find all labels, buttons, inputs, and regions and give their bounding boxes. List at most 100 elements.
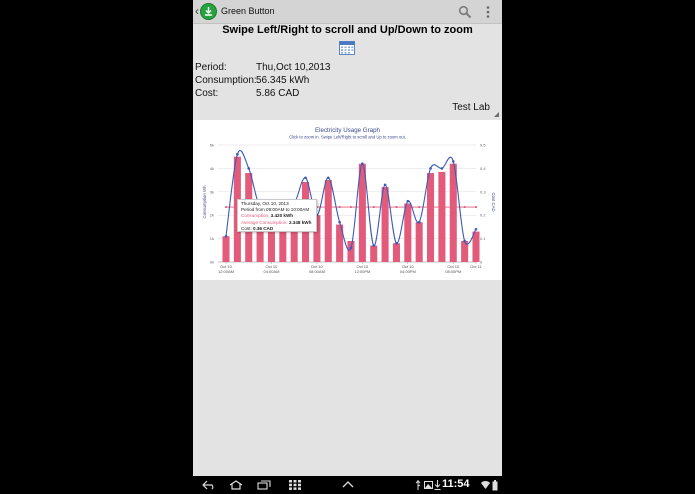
consumption-bar [415,222,423,262]
consumption-value: 56.345 kWh [256,75,310,86]
action-bar: ‹ Green Button [193,0,502,24]
average-point [452,205,455,209]
search-icon[interactable] [458,5,472,19]
average-point [406,205,409,209]
cost-point [349,246,353,250]
cost-point [326,176,330,180]
cost-point [383,183,387,187]
period-value: Thu,Oct 10,2013 [256,62,331,73]
overflow-menu-icon[interactable] [485,5,491,19]
usage-chart-panel[interactable]: Electricity Usage Graph Click to zoom in… [193,120,502,280]
cost-point [463,239,466,243]
consumption-bar [347,240,355,262]
status-clock: 11:54 [442,478,470,490]
up-caret-icon[interactable]: ‹ [195,4,199,18]
battery-icon [492,480,498,491]
cost-point [304,176,307,180]
x-tick-label: 08:00AM [309,269,325,274]
average-point [440,205,444,209]
y-tick-label: 2k [210,213,214,218]
consumption-bar [381,187,389,262]
tooltip-consumption-label: Consumption: [241,213,270,219]
y2-tick-label: 0.3 [480,189,486,194]
y-tick-label: 4k [210,166,214,171]
average-point [383,205,387,209]
cost-point [338,220,341,224]
chart-tooltip: Thursday, Oct 10, 2013 Period from 09:00… [237,199,317,232]
cost-point [440,167,444,170]
cost-point [395,241,398,245]
average-point [429,205,432,209]
wifi-icon [481,480,490,489]
app-logo-icon[interactable] [200,3,217,20]
consumption-bar [370,245,378,262]
average-point [474,205,478,209]
cost-point [247,167,251,170]
y2-tick-label: 0.5 [480,143,486,148]
average-point [361,205,364,209]
cost-point [451,160,455,163]
consumption-bar [438,171,446,262]
average-point [349,205,353,209]
average-point [224,205,228,209]
system-navigation-bar: 11:54 [193,476,502,494]
consumption-bar [358,163,366,262]
cost-point [429,167,432,170]
tooltip-consumption-value: 3.420 kWh [270,213,294,219]
x-tick-label: 12:00AM [218,269,234,274]
download-icon [434,480,441,490]
x-tick-label: 04:00AM [263,269,279,274]
x-tick-label: 04:00PM [400,269,416,274]
back-arrow-icon[interactable] [202,480,216,490]
location-selected: Test Lab [452,102,490,113]
y-axis-label: Consumption Wh [202,185,207,219]
y2-tick-label: 0.1 [480,236,486,241]
consumption-bar [222,236,230,262]
average-point [372,205,375,209]
location-spinner[interactable]: Test Lab [407,100,500,118]
consumption-bar [392,243,400,262]
tooltip-average-label: Average Consumption: [241,219,288,225]
average-point [327,205,330,209]
home-icon[interactable] [229,480,243,490]
app-window: ‹ Green Button Swipe Left/Right to scrol… [193,0,502,476]
y-tick-label: 0k [210,260,214,265]
average-point [418,205,421,209]
cost-point [417,220,421,224]
apps-grid-icon[interactable] [289,480,301,490]
cost-point [224,234,228,238]
instruction-text: Swipe Left/Right to scroll and Up/Down t… [222,24,473,36]
x-tick-label: 08:00PM [445,269,461,274]
average-point [463,205,466,209]
average-point [395,205,398,209]
y2-tick-label: 0.4 [480,166,486,171]
consumption-bar [324,180,332,262]
usb-icon [415,480,421,490]
consumption-bar [404,203,412,262]
y2-tick-label: 0.2 [480,213,486,218]
gallery-icon [424,481,433,489]
chart-subtitle: Click to zoom in. Swipe Left/Right to sc… [289,135,406,140]
app-title: Green Button [221,6,275,16]
cost-point [236,153,239,156]
y-tick-label: 3k [210,189,214,194]
y-tick-label: 1k [210,236,214,241]
cost-point [361,162,364,166]
chart-title: Electricity Usage Graph [315,127,381,134]
spinner-arrow-icon [494,112,499,117]
tooltip-cost-value: 0.36 CAD [253,225,274,231]
x-tick-label: Oct 11 [470,264,482,269]
consumption-label: Consumption: [195,75,257,86]
calendar-icon[interactable] [339,41,355,55]
x-tick-label: 12:00PM [354,269,370,274]
cost-label: Cost: [195,88,219,99]
average-point [338,205,341,209]
cost-point [372,244,376,247]
chevron-up-icon[interactable] [342,480,354,490]
recent-apps-icon[interactable] [257,480,271,490]
tooltip-average-value: 2.348 kWh [288,219,312,225]
cost-value: 5.86 CAD [256,88,300,99]
tooltip-average: Average Consumption: 2.348 kWh [241,220,313,226]
tooltip-cost-label: Cost: [241,225,252,231]
cost-point [406,199,410,203]
